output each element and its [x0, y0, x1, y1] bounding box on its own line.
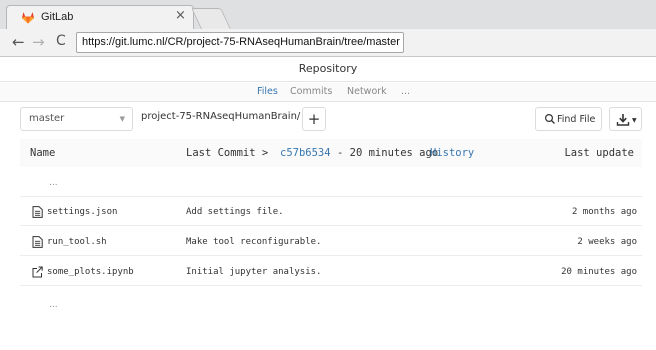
forward-arrow-icon[interactable]: →: [32, 33, 45, 51]
column-name: Name: [30, 147, 56, 159]
new-tab-button[interactable]: [191, 8, 231, 29]
parent-directory-row[interactable]: ...: [20, 169, 642, 197]
find-file-button[interactable]: Find File: [535, 107, 602, 131]
subnav-network[interactable]: Network: [347, 86, 387, 97]
reload-icon[interactable]: C: [56, 33, 66, 49]
page-title: Repository: [298, 62, 358, 75]
tab-close-icon[interactable]: ×: [175, 9, 186, 23]
tab-title: GitLab: [41, 11, 74, 23]
breadcrumb[interactable]: project-75-RNAseqHumanBrain/: [141, 111, 300, 122]
last-commit-sha-link[interactable]: c57b6534: [280, 147, 331, 159]
download-dropdown-button[interactable]: ▼: [609, 107, 642, 131]
external-link-icon: [32, 266, 43, 278]
address-bar-url: https://git.lumc.nl/CR/project-75-RNAseq…: [82, 36, 400, 48]
subnav-files[interactable]: Files: [257, 86, 278, 97]
address-bar[interactable]: https://git.lumc.nl/CR/project-75-RNAseq…: [76, 32, 404, 53]
chevron-down-icon: ▼: [119, 115, 125, 123]
file-name-link[interactable]: run_tool.sh: [47, 237, 107, 247]
more-files-link[interactable]: ...: [49, 300, 58, 310]
find-file-label: Find File: [557, 114, 596, 125]
commit-message-link[interactable]: Make tool reconfigurable.: [186, 237, 321, 247]
more-files-row[interactable]: ...: [20, 291, 642, 319]
file-text-icon: [32, 236, 43, 248]
browser-tab-gitlab[interactable]: GitLab ×: [6, 5, 194, 29]
download-icon: [616, 114, 630, 126]
commit-message-link[interactable]: Add settings file.: [186, 207, 284, 217]
subnav-more[interactable]: ...: [401, 86, 410, 97]
browser-tabstrip: GitLab ×: [0, 0, 656, 29]
branch-select[interactable]: master ▼: [20, 107, 133, 131]
file-name-link[interactable]: some_plots.ipynb: [47, 267, 134, 277]
table-row[interactable]: some_plots.ipynb Initial jupyter analysi…: [20, 258, 642, 286]
column-last-update: Last update: [564, 147, 634, 159]
table-row[interactable]: settings.json Add settings file. 2 month…: [20, 198, 642, 226]
file-table-header: Name Last Commit > c57b6534 - 20 minutes…: [20, 139, 642, 167]
last-commit-age: - 20 minutes ago: [337, 147, 439, 159]
repository-subnav: Files Commits Network ...: [0, 83, 656, 102]
browser-toolbar: ← → C https://git.lumc.nl/CR/project-75-…: [0, 29, 656, 57]
last-update-time: 20 minutes ago: [561, 267, 637, 277]
last-update-time: 2 weeks ago: [577, 237, 637, 247]
last-commit-prefix: Last Commit >: [186, 147, 269, 159]
file-name-link[interactable]: settings.json: [47, 207, 117, 217]
parent-directory-link[interactable]: ...: [49, 178, 58, 188]
divider: [0, 81, 656, 82]
add-file-button[interactable]: +: [302, 107, 326, 131]
search-icon: [544, 113, 555, 124]
last-update-time: 2 months ago: [571, 207, 637, 217]
subnav-commits[interactable]: Commits: [290, 86, 332, 97]
table-row[interactable]: run_tool.sh Make tool reconfigurable. 2 …: [20, 228, 642, 256]
branch-select-value: master: [29, 113, 65, 124]
caret-down-icon: ▼: [632, 117, 637, 124]
back-arrow-icon[interactable]: ←: [12, 33, 25, 51]
history-link[interactable]: History: [430, 147, 474, 159]
commit-message-link[interactable]: Initial jupyter analysis.: [186, 267, 321, 277]
gitlab-logo-icon: [22, 12, 34, 24]
file-text-icon: [32, 206, 43, 218]
